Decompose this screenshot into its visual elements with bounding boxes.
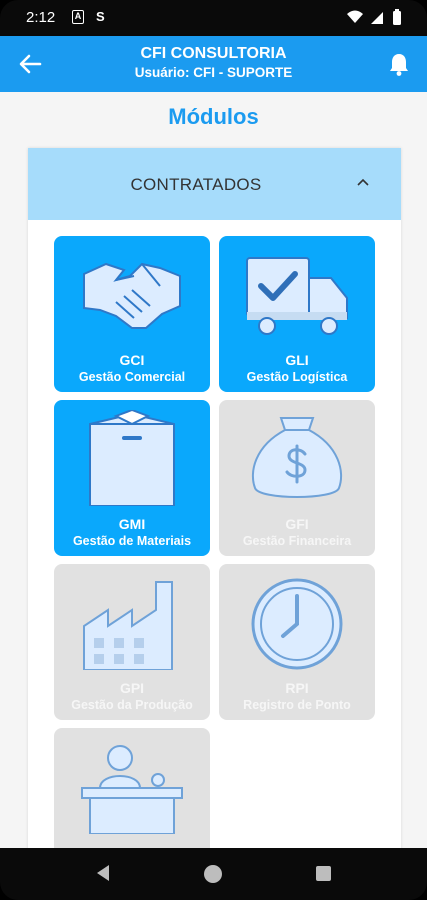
app-bar: CFI CONSULTORIA Usuário: CFI - SUPORTE [0, 36, 427, 92]
notification-s-icon: S [96, 9, 105, 24]
bell-icon[interactable] [383, 48, 415, 80]
content-area: Módulos CONTRATADOS GCI Gestão Comercial [0, 92, 427, 848]
reception-desk-icon [81, 745, 183, 834]
module-code: GMI [118, 516, 146, 532]
module-name: Gestão Logística [246, 370, 348, 384]
system-status-icons [347, 9, 401, 25]
handshake-icon [83, 262, 181, 329]
module-name: Gestão Financeira [242, 534, 352, 548]
module-card-gli[interactable]: GLI Gestão Logística [219, 236, 375, 392]
module-card-partial[interactable] [54, 728, 210, 848]
module-name: Gestão Comercial [78, 370, 186, 384]
module-code: GCI [119, 352, 145, 368]
module-card-gci[interactable]: GCI Gestão Comercial [54, 236, 210, 392]
section-title: CONTRATADOS [130, 175, 262, 194]
app-subtitle: Usuário: CFI - SUPORTE [134, 65, 293, 80]
status-bar: 2:12 A S [0, 0, 427, 36]
module-code: GPI [119, 680, 145, 696]
system-nav-bar [0, 848, 427, 900]
modules-section: CONTRATADOS GCI Gestão Comercial GLI Ges… [28, 148, 401, 848]
app-title: CFI CONSULTORIA [140, 45, 287, 62]
nav-back-icon[interactable] [95, 864, 111, 882]
module-name: Gestão de Materiais [72, 534, 192, 548]
status-time: 2:12 [26, 9, 56, 26]
module-card-rpi[interactable]: RPI Registro de Ponto [219, 564, 375, 720]
truck-icon [246, 257, 348, 335]
nav-home-icon[interactable] [204, 865, 222, 883]
section-header-contratados[interactable]: CONTRATADOS [28, 148, 401, 220]
module-name: Registro de Ponto [243, 698, 351, 712]
module-code: GLI [285, 352, 309, 368]
money-bag-icon [251, 417, 343, 498]
factory-icon [83, 581, 173, 670]
module-card-gmi[interactable]: GMI Gestão de Materiais [54, 400, 210, 556]
nav-recents-icon[interactable] [316, 866, 331, 881]
clock-icon [251, 578, 343, 670]
page-title: Módulos [168, 104, 259, 129]
notification-a-icon: A [72, 10, 84, 24]
module-code: RPI [285, 680, 309, 696]
module-card-gfi[interactable]: GFI Gestão Financeira [219, 400, 375, 556]
chevron-up-icon[interactable] [355, 174, 371, 190]
module-card-gpi[interactable]: GPI Gestão da Produção [54, 564, 210, 720]
box-icon [89, 410, 175, 506]
module-code: GFI [285, 516, 309, 532]
module-name: Gestão da Produção [71, 698, 193, 712]
